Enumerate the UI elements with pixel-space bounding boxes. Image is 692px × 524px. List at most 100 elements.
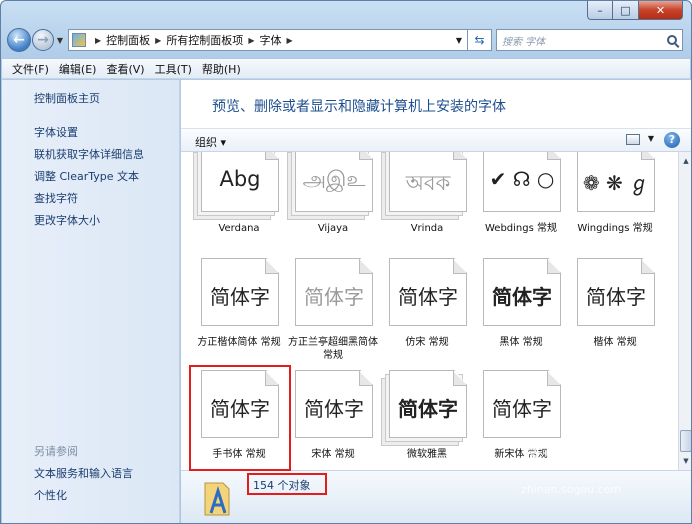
search-box[interactable]: 搜索 字体 xyxy=(496,29,683,51)
window: – □ ✕ ← → ▼ ▶ 控制面板 ▶ 所有控制面板项 ▶ 字体 ▶ ▼ ⇆ … xyxy=(0,0,692,524)
font-sample: 简体字 xyxy=(586,285,646,309)
page-fold-icon xyxy=(265,259,278,274)
font-file-icon: 简体字 xyxy=(483,370,561,438)
chevron-right-icon[interactable]: ▶ xyxy=(95,36,101,45)
organize-button[interactable]: 组织 ▾ xyxy=(195,134,226,150)
sidebar-item-font-size[interactable]: 更改字体大小 xyxy=(34,212,144,234)
address-bar[interactable]: ▶ 控制面板 ▶ 所有控制面板项 ▶ 字体 ▶ ▼ xyxy=(68,29,468,51)
address-dropdown[interactable]: ▼ xyxy=(456,36,467,45)
font-file-icon: 简体字 xyxy=(201,258,279,326)
font-sample: অবক xyxy=(405,171,451,195)
fonts-folder-icon xyxy=(72,33,86,47)
font-preview: 简体字 xyxy=(295,370,375,440)
forward-button[interactable]: → xyxy=(32,29,54,51)
watermark-logo: 搜狗指南 xyxy=(521,433,609,465)
font-preview: 简体字 xyxy=(483,370,563,440)
menu-file[interactable]: 文件(F) xyxy=(12,61,49,77)
page-fold-icon xyxy=(547,259,560,274)
font-preview: ❁ ❋ ℊ xyxy=(577,152,657,214)
sidebar-item-cleartype[interactable]: 调整 ClearType 文本 xyxy=(34,168,144,190)
see-also-links: 文本服务和输入语言 个性化 xyxy=(34,465,133,509)
font-sample: 简体字 xyxy=(398,285,458,309)
page-fold-icon xyxy=(359,259,372,274)
chevron-right-icon[interactable]: ▶ xyxy=(248,36,254,45)
highlight-selected-font xyxy=(189,365,291,471)
help-icon[interactable]: ? xyxy=(664,132,680,148)
sidebar-item-personalization[interactable]: 个性化 xyxy=(34,487,133,509)
sidebar: 控制面板主页 字体设置 联机获取字体详细信息 调整 ClearType 文本 查… xyxy=(2,80,180,523)
menu-view[interactable]: 查看(V) xyxy=(106,61,144,77)
font-file-icon: 简体字 xyxy=(295,370,373,438)
page-fold-icon xyxy=(641,259,654,274)
font-name: Wingdings 常规 xyxy=(577,223,653,234)
caption-buttons: – □ ✕ xyxy=(587,1,683,21)
scroll-down-button[interactable]: ▼ xyxy=(680,454,691,468)
breadcrumb-all-items[interactable]: 所有控制面板项 xyxy=(166,32,243,48)
page-fold-icon xyxy=(453,152,466,160)
chevron-right-icon[interactable]: ▶ xyxy=(286,36,292,45)
navigation-bar: ← → ▼ ▶ 控制面板 ▶ 所有控制面板项 ▶ 字体 ▶ ▼ ⇆ 搜索 字体 xyxy=(7,27,683,53)
menu-tools[interactable]: 工具(T) xyxy=(155,61,192,77)
font-name: Webdings 常规 xyxy=(484,223,557,234)
refresh-button[interactable]: ⇆ xyxy=(468,29,492,51)
back-button[interactable]: ← xyxy=(7,28,31,52)
page-fold-icon xyxy=(547,371,560,386)
maximize-button[interactable]: □ xyxy=(613,1,639,20)
view-dropdown[interactable]: ▼ xyxy=(648,134,654,143)
breadcrumb-control-panel[interactable]: 控制面板 xyxy=(106,32,150,48)
font-name: 方正楷体简体 常规 xyxy=(197,337,281,348)
font-name: Verdana xyxy=(218,223,260,234)
font-preview: 简体字 xyxy=(483,258,563,328)
page-fold-icon xyxy=(359,371,372,386)
font-name: 黑体 常规 xyxy=(499,337,543,348)
font-sample: 简体字 xyxy=(398,397,458,421)
font-name: 宋体 常规 xyxy=(311,449,355,460)
menu-help[interactable]: 帮助(H) xyxy=(202,61,241,77)
font-preview: Abg xyxy=(193,152,281,220)
sidebar-item-text-services[interactable]: 文本服务和输入语言 xyxy=(34,465,133,487)
page-fold-icon xyxy=(265,152,278,160)
minimize-button[interactable]: – xyxy=(587,1,613,20)
scroll-up-button[interactable]: ▲ xyxy=(680,154,691,168)
font-preview: 简体字 xyxy=(295,258,375,328)
vertical-scrollbar[interactable]: ▲ ▼ xyxy=(678,152,691,470)
font-preview: ✔ ☊ ○ xyxy=(483,152,563,214)
breadcrumb-fonts[interactable]: 字体 xyxy=(259,32,281,48)
font-file-icon: অবক xyxy=(389,152,467,212)
font-file-icon: 简体字 xyxy=(389,370,467,438)
recent-pages-dropdown[interactable]: ▼ xyxy=(54,36,66,45)
page-fold-icon xyxy=(641,152,654,160)
font-name: Vrinda xyxy=(410,223,444,234)
sidebar-item-online-info[interactable]: 联机获取字体详细信息 xyxy=(34,146,144,168)
close-button[interactable]: ✕ xyxy=(639,1,683,20)
see-also-heading: 另请参阅 xyxy=(34,445,78,458)
font-name: 楷体 常规 xyxy=(593,337,637,348)
watermark-url: zhinan.sogou.com xyxy=(521,483,622,496)
sidebar-item-font-settings[interactable]: 字体设置 xyxy=(34,124,144,146)
font-file-icon: அஇஉ xyxy=(295,152,373,212)
font-preview: 简体字 xyxy=(577,258,657,328)
font-name: Vijaya xyxy=(317,223,349,234)
page-fold-icon xyxy=(453,259,466,274)
page-fold-icon xyxy=(547,152,560,160)
chevron-right-icon[interactable]: ▶ xyxy=(155,36,161,45)
search-input[interactable]: 搜索 字体 xyxy=(502,33,667,48)
menu-edit[interactable]: 编辑(E) xyxy=(59,61,97,77)
font-name: 微软雅黑 xyxy=(407,449,447,460)
font-sample: 简体字 xyxy=(210,285,270,309)
font-preview: অবক xyxy=(381,152,469,220)
sidebar-home-link[interactable]: 控制面板主页 xyxy=(34,90,100,106)
font-file-icon: Abg xyxy=(201,152,279,212)
menu-bar: 文件(F) 编辑(E) 查看(V) 工具(T) 帮助(H) xyxy=(2,58,690,79)
search-icon[interactable] xyxy=(667,35,677,45)
font-preview: 简体字 xyxy=(381,370,469,446)
command-bar: 组织 ▾ ▼ ? xyxy=(181,128,691,152)
change-view-icon[interactable] xyxy=(626,134,640,145)
font-name: 方正兰亭超细黑简体 常规 xyxy=(288,337,378,361)
sidebar-item-find-character[interactable]: 查找字符 xyxy=(34,190,144,212)
font-sample: 简体字 xyxy=(304,397,364,421)
scrollbar-thumb[interactable] xyxy=(680,430,691,452)
font-preview: 简体字 xyxy=(201,258,281,328)
font-file-icon: 简体字 xyxy=(295,258,373,326)
font-sample: ✔ ☊ ○ xyxy=(489,167,555,191)
